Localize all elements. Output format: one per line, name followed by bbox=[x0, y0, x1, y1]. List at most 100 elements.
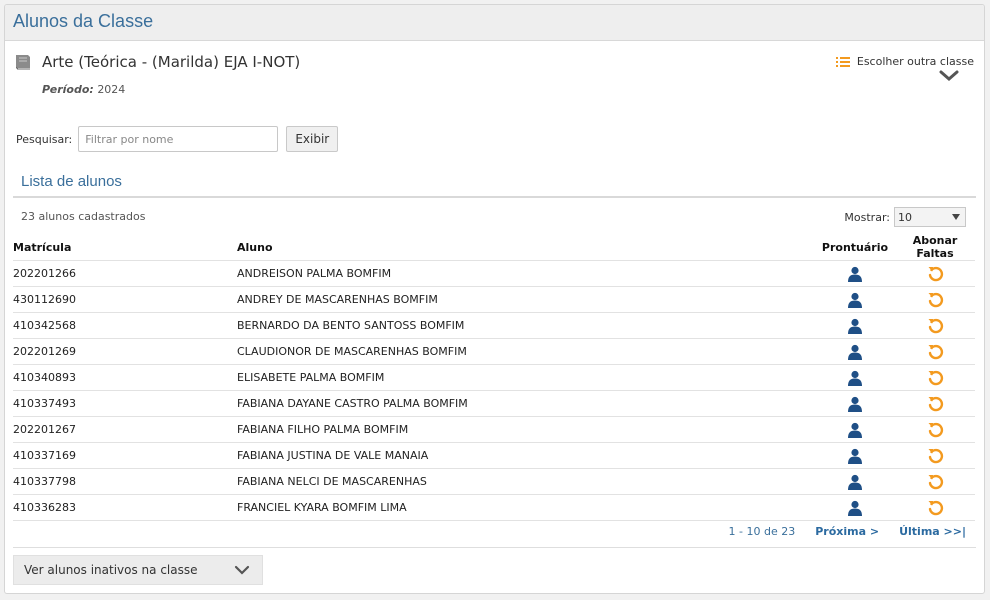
page-size-value: 10 bbox=[898, 210, 912, 224]
student-count: 23 alunos cadastrados bbox=[21, 210, 146, 223]
user-icon[interactable] bbox=[847, 500, 863, 516]
prontuario-cell bbox=[815, 338, 895, 365]
page-size-control: Mostrar: 10 bbox=[844, 207, 966, 227]
user-icon[interactable] bbox=[847, 396, 863, 412]
abonar-cell bbox=[895, 364, 975, 391]
abonar-cell bbox=[895, 390, 975, 417]
undo-icon[interactable] bbox=[927, 447, 944, 464]
cell-aluno: FABIANA DAYANE CASTRO PALMA BOMFIM bbox=[237, 390, 815, 417]
prontuario-cell bbox=[815, 390, 895, 417]
table-row: 202201266 ANDREISON PALMA BOMFIM bbox=[13, 260, 975, 287]
col-prontuario: Prontuário bbox=[821, 240, 889, 254]
abonar-cell bbox=[895, 312, 975, 339]
cell-matricula: 410337493 bbox=[13, 390, 237, 417]
class-info: Arte (Teórica - (Marilda) EJA I-NOT) bbox=[13, 53, 300, 71]
cell-aluno: ELISABETE PALMA BOMFIM bbox=[237, 364, 815, 391]
list-icon bbox=[835, 56, 850, 67]
class-name: Arte (Teórica - (Marilda) EJA I-NOT) bbox=[42, 53, 301, 71]
choose-class-link[interactable]: Escolher outra classe bbox=[835, 55, 974, 68]
undo-icon[interactable] bbox=[927, 499, 944, 516]
undo-icon[interactable] bbox=[927, 265, 944, 282]
abonar-cell bbox=[895, 468, 975, 495]
user-icon[interactable] bbox=[847, 344, 863, 360]
abonar-cell bbox=[895, 286, 975, 313]
choose-class-label: Escolher outra classe bbox=[856, 55, 974, 68]
abonar-cell bbox=[895, 338, 975, 365]
cell-aluno: FABIANA JUSTINA DE VALE MANAIA bbox=[237, 442, 815, 469]
prontuario-cell bbox=[815, 442, 895, 469]
undo-icon[interactable] bbox=[927, 421, 944, 438]
divider bbox=[13, 547, 976, 548]
inactive-students-label: Ver alunos inativos na classe bbox=[24, 563, 198, 577]
cell-matricula: 410337798 bbox=[13, 468, 237, 495]
chevron-down-icon[interactable] bbox=[938, 69, 960, 83]
divider bbox=[13, 196, 976, 198]
user-icon[interactable] bbox=[847, 370, 863, 386]
undo-icon[interactable] bbox=[927, 317, 944, 334]
abonar-cell bbox=[895, 442, 975, 469]
prontuario-cell bbox=[815, 494, 895, 521]
abonar-cell bbox=[895, 494, 975, 521]
abonar-cell bbox=[895, 260, 975, 287]
students-table: Matrícula Aluno Prontuário Abonar Faltas… bbox=[13, 234, 975, 521]
undo-icon[interactable] bbox=[927, 369, 944, 386]
user-icon[interactable] bbox=[847, 422, 863, 438]
page-title: Alunos da Classe bbox=[13, 11, 154, 31]
period: Período: 2024 bbox=[42, 83, 125, 96]
table-row: 410337169 FABIANA JUSTINA DE VALE MANAIA bbox=[13, 442, 975, 469]
table-row: 202201267 FABIANA FILHO PALMA BOMFIM bbox=[13, 416, 975, 443]
prontuario-cell bbox=[815, 416, 895, 443]
table-row: 410337798 FABIANA NELCI DE MASCARENHAS bbox=[13, 468, 975, 495]
cell-aluno: FRANCIEL KYARA BOMFIM LIMA bbox=[237, 494, 815, 521]
col-aluno: Aluno bbox=[237, 240, 273, 254]
user-icon[interactable] bbox=[847, 474, 863, 490]
cell-matricula: 202201266 bbox=[13, 260, 237, 287]
table-row: 410337493 FABIANA DAYANE CASTRO PALMA BOM… bbox=[13, 390, 975, 417]
cell-matricula: 202201269 bbox=[13, 338, 237, 365]
last-page-link[interactable]: Última >>| bbox=[899, 525, 966, 538]
exibir-button[interactable]: Exibir bbox=[286, 126, 339, 152]
undo-icon[interactable] bbox=[927, 473, 944, 490]
list-title: Lista de alunos bbox=[21, 173, 122, 190]
user-icon[interactable] bbox=[847, 266, 863, 282]
user-icon[interactable] bbox=[847, 292, 863, 308]
period-label: Período: bbox=[42, 83, 94, 96]
table-header-row: Matrícula Aluno Prontuário Abonar Faltas bbox=[13, 234, 975, 261]
cell-matricula: 410336283 bbox=[13, 494, 237, 521]
book-icon bbox=[16, 55, 30, 70]
dropdown-arrow-icon bbox=[952, 214, 960, 220]
chevron-down-icon bbox=[234, 565, 250, 575]
cell-aluno: FABIANA NELCI DE MASCARENHAS bbox=[237, 468, 815, 495]
undo-icon[interactable] bbox=[927, 343, 944, 360]
prontuario-cell bbox=[815, 286, 895, 313]
search-bar: Pesquisar: Exibir bbox=[16, 126, 339, 152]
prontuario-cell bbox=[815, 260, 895, 287]
cell-matricula: 202201267 bbox=[13, 416, 237, 443]
panel-header: Alunos da Classe bbox=[5, 5, 984, 41]
prontuario-cell bbox=[815, 364, 895, 391]
cell-aluno: BERNARDO DA BENTO SANTOSS BOMFIM bbox=[237, 312, 815, 339]
next-page-link[interactable]: Próxima > bbox=[815, 525, 879, 538]
prontuario-cell bbox=[815, 312, 895, 339]
cell-aluno: ANDREY DE MASCARENHAS BOMFIM bbox=[237, 286, 815, 313]
cell-matricula: 410340893 bbox=[13, 364, 237, 391]
pagination: 1 - 10 de 23 Próxima > Última >>| bbox=[729, 525, 966, 538]
cell-matricula: 410337169 bbox=[13, 442, 237, 469]
table-row: 202201269 CLAUDIONOR DE MASCARENHAS BOMFI… bbox=[13, 338, 975, 365]
table-row: 410342568 BERNARDO DA BENTO SANTOSS BOMFI… bbox=[13, 312, 975, 339]
cell-aluno: CLAUDIONOR DE MASCARENHAS BOMFIM bbox=[237, 338, 815, 365]
table-row: 430112690 ANDREY DE MASCARENHAS BOMFIM bbox=[13, 286, 975, 313]
undo-icon[interactable] bbox=[927, 291, 944, 308]
inactive-students-toggle[interactable]: Ver alunos inativos na classe bbox=[13, 555, 263, 585]
user-icon[interactable] bbox=[847, 448, 863, 464]
undo-icon[interactable] bbox=[927, 395, 944, 412]
pagination-info: 1 - 10 de 23 bbox=[728, 525, 796, 538]
cell-matricula: 430112690 bbox=[13, 286, 237, 313]
search-label: Pesquisar: bbox=[16, 132, 73, 146]
table-row: 410340893 ELISABETE PALMA BOMFIM bbox=[13, 364, 975, 391]
user-icon[interactable] bbox=[847, 318, 863, 334]
page-size-select[interactable]: 10 bbox=[894, 207, 966, 227]
search-input[interactable] bbox=[78, 126, 279, 152]
cell-aluno: ANDREISON PALMA BOMFIM bbox=[237, 260, 815, 287]
page-size-label: Mostrar: bbox=[844, 210, 890, 224]
